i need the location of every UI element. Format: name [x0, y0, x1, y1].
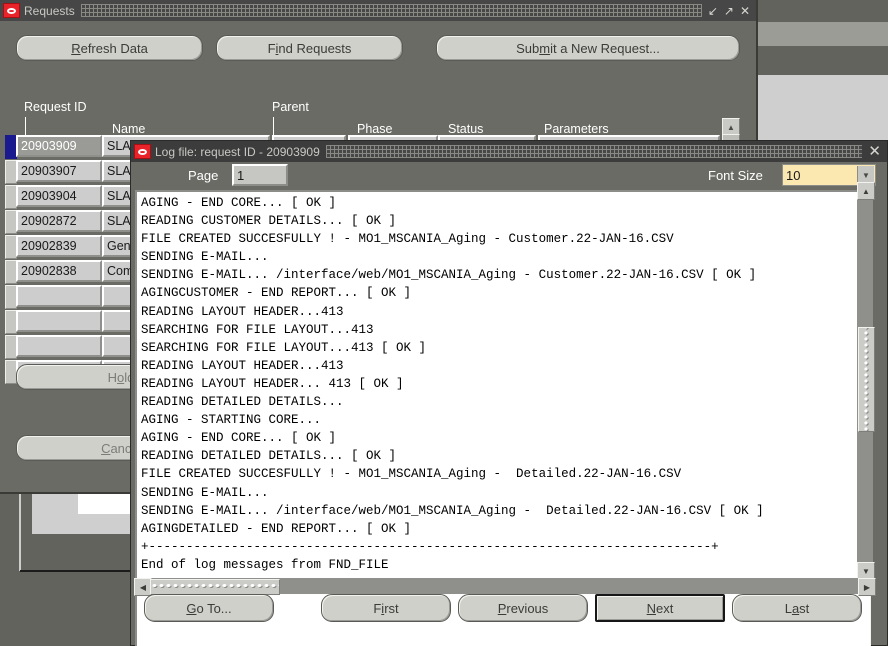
log-vertical-scroll-thumb[interactable]	[858, 327, 875, 432]
accel-char: G	[186, 600, 197, 616]
maximize-button[interactable]: ↗	[724, 5, 734, 17]
font-size-value: 10	[786, 167, 801, 183]
requests-titlebar[interactable]: Requests ↙ ↗ ✕	[0, 0, 756, 21]
log-text-content: AGING - END CORE... [ OK ] READING CUSTO…	[141, 196, 764, 590]
refresh-data-label-rest: efresh Data	[80, 40, 148, 56]
cell-request-id[interactable]: 20902839	[16, 235, 102, 257]
submit-accel: m	[539, 40, 551, 56]
minimize-button[interactable]: ↙	[708, 5, 718, 17]
cell-request-id[interactable]: 20903904	[16, 185, 102, 207]
close-button[interactable]: ✕	[740, 5, 750, 17]
cell-request-id[interactable]	[16, 335, 102, 357]
cell-request-id[interactable]: 20902838	[16, 260, 102, 282]
find-requests-label-pre: F	[267, 40, 276, 56]
cell-request-id[interactable]	[16, 285, 102, 307]
accel-char: a	[791, 600, 800, 616]
log-horizontal-scroll-thumb[interactable]	[150, 579, 280, 595]
log-nav-button-label: Go To...	[186, 600, 232, 616]
log-nav-button-previous[interactable]: Previous	[458, 594, 588, 622]
submit-label-pre: Sub	[516, 40, 540, 56]
page-input[interactable]: 1	[232, 164, 288, 186]
hold-label-pre: H	[107, 369, 117, 385]
find-requests-label-rest: nd Requests	[278, 40, 352, 56]
log-nav-button-last[interactable]: Last	[732, 594, 862, 622]
submit-new-request-button[interactable]: Submit a New Request...	[436, 35, 740, 61]
accel-char: i	[381, 600, 385, 616]
close-icon[interactable]: ✕	[868, 144, 881, 159]
background-window-strip-upper	[752, 22, 888, 46]
log-nav-button-next[interactable]: Next	[595, 594, 725, 622]
column-tick-parent	[273, 117, 274, 135]
screen: Requests ↙ ↗ ✕ Refresh Data Find Request…	[0, 0, 888, 646]
column-label-parameters: Parameters	[544, 122, 609, 136]
submit-label-rest: it a New Request...	[550, 40, 660, 56]
log-nav-button-label: Previous	[497, 600, 549, 616]
cell-request-id[interactable]	[16, 310, 102, 332]
scroll-up-arrow-icon[interactable]: ▲	[857, 182, 875, 200]
page-label: Page	[188, 168, 219, 183]
cell-request-id[interactable]: 20903907	[16, 160, 102, 182]
log-navigation-buttons: Go To... First Previous Next Last	[134, 594, 874, 624]
column-label-name: Name	[112, 122, 146, 136]
background-window-body	[752, 75, 888, 140]
log-titlebar[interactable]: Log file: request ID - 20903909 ✕	[131, 141, 887, 162]
cell-request-id[interactable]: 20903909	[16, 135, 102, 157]
refresh-data-accel: R	[71, 40, 81, 56]
log-nav-button-first[interactable]: First	[321, 594, 451, 622]
background-window-strip-lower	[752, 46, 888, 75]
background-window-bottom-line	[20, 570, 135, 572]
accel-char: P	[497, 600, 507, 616]
background-window-gray-panel-2	[32, 522, 135, 534]
refresh-data-button[interactable]: Refresh Data	[16, 35, 203, 61]
log-file-window: Log file: request ID - 20903909 ✕ Page 1…	[130, 140, 888, 646]
log-nav-button-label: First	[373, 600, 399, 616]
log-titlebar-drag-area[interactable]	[325, 145, 863, 158]
log-nav-button-label: Last	[784, 600, 810, 616]
requests-window-title: Requests	[24, 3, 75, 18]
oracle-logo-icon	[3, 3, 20, 18]
column-label-phase: Phase	[357, 122, 393, 136]
accel-char: N	[646, 600, 657, 616]
column-label-status: Status	[448, 122, 484, 136]
font-size-label: Font Size	[708, 168, 763, 183]
column-label-parent: Parent	[272, 100, 309, 114]
cell-request-id[interactable]: 20902872	[16, 210, 102, 232]
log-nav-button-go-to[interactable]: Go To...	[144, 594, 274, 622]
column-tick-request-id	[25, 117, 26, 135]
column-label-request-id: Request ID	[24, 100, 87, 114]
find-requests-button[interactable]: Find Requests	[216, 35, 403, 61]
log-toolbar: Page 1 Font Size 10 ▼	[132, 163, 888, 189]
oracle-logo-icon	[134, 144, 151, 159]
log-nav-button-label: Next	[646, 600, 674, 616]
log-window-title: Log file: request ID - 20903909	[155, 144, 320, 159]
titlebar-drag-area[interactable]	[80, 4, 702, 17]
